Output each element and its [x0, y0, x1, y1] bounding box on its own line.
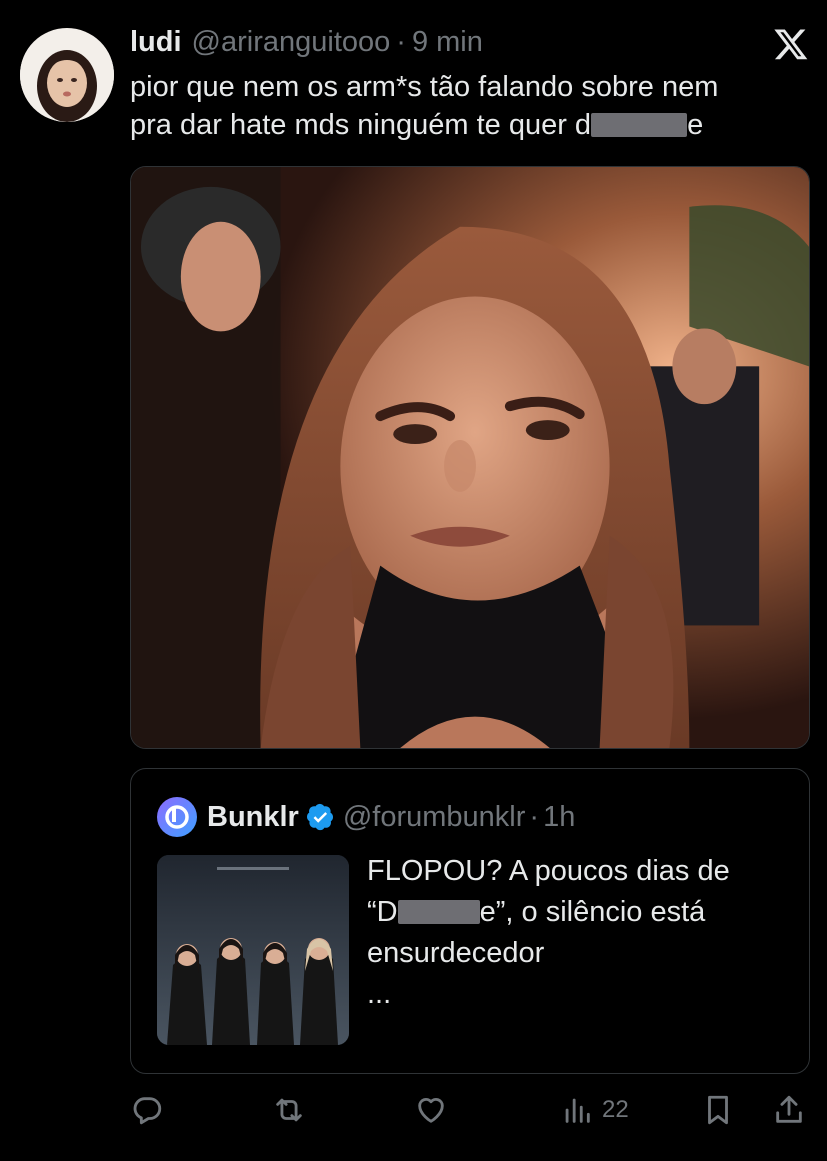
reply-icon	[133, 1097, 162, 1125]
post-text-line2: pra dar hate mds ninguém te quer d e	[130, 106, 800, 144]
quoted-meta-separator: ·	[529, 800, 540, 833]
tweet[interactable]: ludi @ariranguitooo · 9 min pior que nem…	[0, 0, 827, 1161]
quoted-post-meta: @forumbunklr · 1h	[343, 801, 576, 834]
redaction-block	[591, 113, 688, 137]
repost-icon	[276, 1098, 302, 1122]
quoted-text-line2: “D e”, o silêncio está	[367, 892, 787, 933]
post-text-line2-start: pra dar hate mds ninguém te quer d	[130, 109, 592, 141]
quoted-post-header: Bunklr @forumbunklr · 1h	[157, 797, 575, 837]
views-icon	[565, 1098, 590, 1123]
post-image[interactable]	[130, 166, 810, 749]
action-bar: 22	[130, 1090, 810, 1130]
quoted-author-handle[interactable]: @forumbunklr	[343, 801, 526, 834]
reply-button[interactable]	[130, 1090, 164, 1130]
quoted-text-line2-end: e”, o silêncio está	[479, 896, 706, 928]
post-header: ludi @ariranguitooo · 9 min	[130, 26, 483, 60]
meta-separator: ·	[396, 26, 406, 58]
bookmark-button[interactable]	[701, 1090, 735, 1130]
quoted-redaction-block	[397, 900, 480, 924]
repost-button[interactable]	[272, 1090, 306, 1130]
quoted-text-line3: ensurdecedor	[367, 937, 545, 969]
share-icon	[776, 1095, 802, 1123]
post-time[interactable]: 9 min	[412, 26, 483, 59]
quoted-post-text: FLOPOU? A poucos dias de “D e”, o silênci…	[367, 851, 787, 1015]
post-text-line1: pior que nem os arm*s tão falando sobre …	[130, 71, 719, 103]
like-button[interactable]	[414, 1090, 448, 1130]
avatar[interactable]	[20, 28, 114, 122]
post-meta: @ariranguitooo · 9 min	[192, 26, 483, 59]
quoted-text-line1: FLOPOU? A poucos dias de	[367, 855, 730, 887]
bookmark-icon	[708, 1095, 728, 1125]
verified-badge-icon	[306, 803, 335, 831]
quoted-text-ellipsis: ...	[367, 978, 392, 1010]
share-button[interactable]	[772, 1090, 806, 1130]
quoted-text-line2-start: “D	[367, 896, 398, 928]
x-logo-icon[interactable]	[773, 26, 809, 62]
post-text-line2-end: e	[687, 109, 704, 141]
author-name[interactable]: ludi	[130, 26, 182, 59]
bunklr-logo-icon[interactable]	[157, 797, 197, 837]
post-text: pior que nem os arm*s tão falando sobre …	[130, 68, 800, 144]
quoted-post-time[interactable]: 1h	[543, 801, 575, 834]
quoted-author-name[interactable]: Bunklr	[207, 801, 299, 834]
like-icon	[418, 1098, 444, 1123]
views-button[interactable]: 22	[560, 1090, 629, 1130]
quoted-post[interactable]: Bunklr @forumbunklr · 1h FLOPOU? A pouco…	[130, 768, 810, 1074]
views-count: 22	[602, 1096, 629, 1123]
quoted-post-thumbnail[interactable]	[157, 855, 349, 1045]
author-handle[interactable]: @ariranguitooo	[192, 26, 391, 59]
